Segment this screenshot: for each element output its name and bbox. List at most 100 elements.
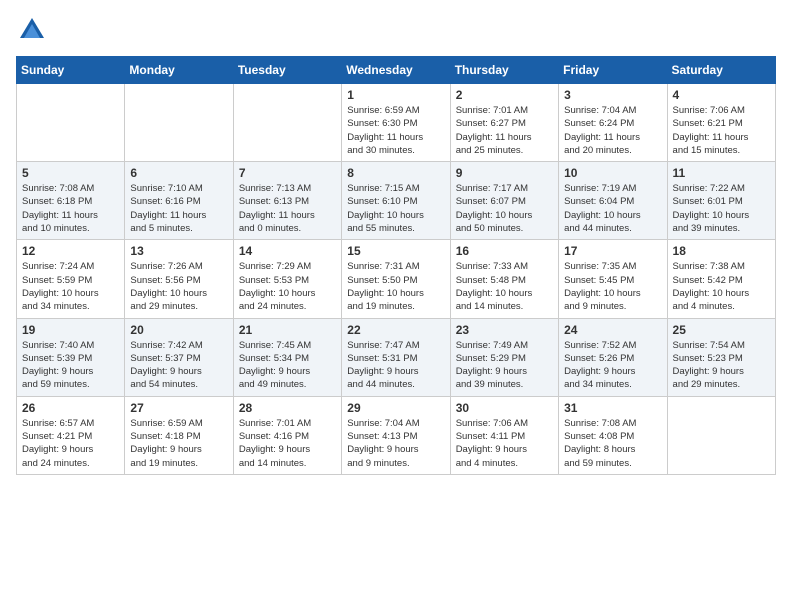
day-info: Sunrise: 7:33 AM Sunset: 5:48 PM Dayligh… [456, 260, 553, 313]
day-info: Sunrise: 7:24 AM Sunset: 5:59 PM Dayligh… [22, 260, 119, 313]
day-info: Sunrise: 7:01 AM Sunset: 4:16 PM Dayligh… [239, 417, 336, 470]
day-number: 23 [456, 323, 553, 337]
day-number: 20 [130, 323, 227, 337]
weekday-header-monday: Monday [125, 57, 233, 84]
day-number: 12 [22, 244, 119, 258]
calendar-cell: 15 Sunrise: 7:31 AM Sunset: 5:50 PM Dayli… [342, 240, 450, 318]
calendar-cell: 5 Sunrise: 7:08 AM Sunset: 6:18 PM Daylig… [17, 162, 125, 240]
day-info: Sunrise: 7:08 AM Sunset: 4:08 PM Dayligh… [564, 417, 661, 470]
day-info: Sunrise: 7:47 AM Sunset: 5:31 PM Dayligh… [347, 339, 444, 392]
weekday-header-saturday: Saturday [667, 57, 775, 84]
day-info: Sunrise: 7:52 AM Sunset: 5:26 PM Dayligh… [564, 339, 661, 392]
day-number: 9 [456, 166, 553, 180]
day-info: Sunrise: 7:04 AM Sunset: 6:24 PM Dayligh… [564, 104, 661, 157]
calendar-table: SundayMondayTuesdayWednesdayThursdayFrid… [16, 56, 776, 475]
calendar-cell [17, 84, 125, 162]
day-info: Sunrise: 7:26 AM Sunset: 5:56 PM Dayligh… [130, 260, 227, 313]
day-info: Sunrise: 7:04 AM Sunset: 4:13 PM Dayligh… [347, 417, 444, 470]
day-info: Sunrise: 7:06 AM Sunset: 4:11 PM Dayligh… [456, 417, 553, 470]
day-info: Sunrise: 7:13 AM Sunset: 6:13 PM Dayligh… [239, 182, 336, 235]
day-number: 16 [456, 244, 553, 258]
day-info: Sunrise: 7:54 AM Sunset: 5:23 PM Dayligh… [673, 339, 770, 392]
weekday-header-sunday: Sunday [17, 57, 125, 84]
calendar-header: SundayMondayTuesdayWednesdayThursdayFrid… [17, 57, 776, 84]
day-number: 6 [130, 166, 227, 180]
day-number: 31 [564, 401, 661, 415]
day-number: 15 [347, 244, 444, 258]
day-number: 1 [347, 88, 444, 102]
day-number: 14 [239, 244, 336, 258]
day-number: 28 [239, 401, 336, 415]
weekday-header-tuesday: Tuesday [233, 57, 341, 84]
day-number: 24 [564, 323, 661, 337]
day-number: 13 [130, 244, 227, 258]
weekday-header-thursday: Thursday [450, 57, 558, 84]
day-number: 2 [456, 88, 553, 102]
calendar-cell: 10Sunrise: 7:19 AM Sunset: 6:04 PM Dayli… [559, 162, 667, 240]
day-number: 8 [347, 166, 444, 180]
day-number: 3 [564, 88, 661, 102]
day-info: Sunrise: 7:22 AM Sunset: 6:01 PM Dayligh… [673, 182, 770, 235]
calendar-cell: 20 Sunrise: 7:42 AM Sunset: 5:37 PM Dayli… [125, 318, 233, 396]
day-info: Sunrise: 7:15 AM Sunset: 6:10 PM Dayligh… [347, 182, 444, 235]
day-number: 11 [673, 166, 770, 180]
day-info: Sunrise: 7:31 AM Sunset: 5:50 PM Dayligh… [347, 260, 444, 313]
calendar-cell [125, 84, 233, 162]
day-info: Sunrise: 7:17 AM Sunset: 6:07 PM Dayligh… [456, 182, 553, 235]
day-number: 5 [22, 166, 119, 180]
calendar-cell: 18 Sunrise: 7:38 AM Sunset: 5:42 PM Dayli… [667, 240, 775, 318]
day-number: 25 [673, 323, 770, 337]
calendar-cell: 29Sunrise: 7:04 AM Sunset: 4:13 PM Dayli… [342, 396, 450, 474]
calendar-cell: 23Sunrise: 7:49 AM Sunset: 5:29 PM Dayli… [450, 318, 558, 396]
calendar-cell: 22Sunrise: 7:47 AM Sunset: 5:31 PM Dayli… [342, 318, 450, 396]
calendar-cell: 25 Sunrise: 7:54 AM Sunset: 5:23 PM Dayli… [667, 318, 775, 396]
calendar-cell: 3 Sunrise: 7:04 AM Sunset: 6:24 PM Daylig… [559, 84, 667, 162]
day-info: Sunrise: 6:59 AM Sunset: 6:30 PM Dayligh… [347, 104, 444, 157]
calendar-cell: 7Sunrise: 7:13 AM Sunset: 6:13 PM Daylig… [233, 162, 341, 240]
calendar-cell: 8 Sunrise: 7:15 AM Sunset: 6:10 PM Daylig… [342, 162, 450, 240]
day-info: Sunrise: 7:08 AM Sunset: 6:18 PM Dayligh… [22, 182, 119, 235]
calendar-body: 1 Sunrise: 6:59 AM Sunset: 6:30 PM Daylig… [17, 84, 776, 475]
calendar-cell: 27Sunrise: 6:59 AM Sunset: 4:18 PM Dayli… [125, 396, 233, 474]
page-header [16, 16, 776, 44]
day-info: Sunrise: 7:01 AM Sunset: 6:27 PM Dayligh… [456, 104, 553, 157]
calendar-cell: 4 Sunrise: 7:06 AM Sunset: 6:21 PM Daylig… [667, 84, 775, 162]
day-number: 19 [22, 323, 119, 337]
day-number: 10 [564, 166, 661, 180]
calendar-cell: 26 Sunrise: 6:57 AM Sunset: 4:21 PM Dayli… [17, 396, 125, 474]
calendar-cell: 16 Sunrise: 7:33 AM Sunset: 5:48 PM Dayli… [450, 240, 558, 318]
day-info: Sunrise: 7:10 AM Sunset: 6:16 PM Dayligh… [130, 182, 227, 235]
day-number: 4 [673, 88, 770, 102]
day-info: Sunrise: 7:40 AM Sunset: 5:39 PM Dayligh… [22, 339, 119, 392]
day-info: Sunrise: 7:38 AM Sunset: 5:42 PM Dayligh… [673, 260, 770, 313]
calendar-cell: 9 Sunrise: 7:17 AM Sunset: 6:07 PM Daylig… [450, 162, 558, 240]
weekday-header-wednesday: Wednesday [342, 57, 450, 84]
logo [16, 16, 46, 44]
day-number: 26 [22, 401, 119, 415]
day-info: Sunrise: 7:45 AM Sunset: 5:34 PM Dayligh… [239, 339, 336, 392]
day-number: 18 [673, 244, 770, 258]
day-info: Sunrise: 7:06 AM Sunset: 6:21 PM Dayligh… [673, 104, 770, 157]
day-number: 30 [456, 401, 553, 415]
calendar-cell: 28 Sunrise: 7:01 AM Sunset: 4:16 PM Dayli… [233, 396, 341, 474]
day-number: 17 [564, 244, 661, 258]
weekday-header-friday: Friday [559, 57, 667, 84]
calendar-cell [233, 84, 341, 162]
calendar-cell: 11 Sunrise: 7:22 AM Sunset: 6:01 PM Dayli… [667, 162, 775, 240]
day-info: Sunrise: 7:42 AM Sunset: 5:37 PM Dayligh… [130, 339, 227, 392]
calendar-cell: 30 Sunrise: 7:06 AM Sunset: 4:11 PM Dayli… [450, 396, 558, 474]
calendar-cell: 19 Sunrise: 7:40 AM Sunset: 5:39 PM Dayli… [17, 318, 125, 396]
day-number: 21 [239, 323, 336, 337]
logo-icon [18, 16, 46, 44]
day-info: Sunrise: 7:35 AM Sunset: 5:45 PM Dayligh… [564, 260, 661, 313]
calendar-cell: 12 Sunrise: 7:24 AM Sunset: 5:59 PM Dayli… [17, 240, 125, 318]
calendar-cell: 2 Sunrise: 7:01 AM Sunset: 6:27 PM Daylig… [450, 84, 558, 162]
calendar-week-row: 5 Sunrise: 7:08 AM Sunset: 6:18 PM Daylig… [17, 162, 776, 240]
calendar-cell: 21 Sunrise: 7:45 AM Sunset: 5:34 PM Dayli… [233, 318, 341, 396]
calendar-week-row: 26 Sunrise: 6:57 AM Sunset: 4:21 PM Dayli… [17, 396, 776, 474]
day-info: Sunrise: 6:57 AM Sunset: 4:21 PM Dayligh… [22, 417, 119, 470]
calendar-cell: 1 Sunrise: 6:59 AM Sunset: 6:30 PM Daylig… [342, 84, 450, 162]
calendar-cell: 31 Sunrise: 7:08 AM Sunset: 4:08 PM Dayli… [559, 396, 667, 474]
day-info: Sunrise: 7:29 AM Sunset: 5:53 PM Dayligh… [239, 260, 336, 313]
day-number: 27 [130, 401, 227, 415]
